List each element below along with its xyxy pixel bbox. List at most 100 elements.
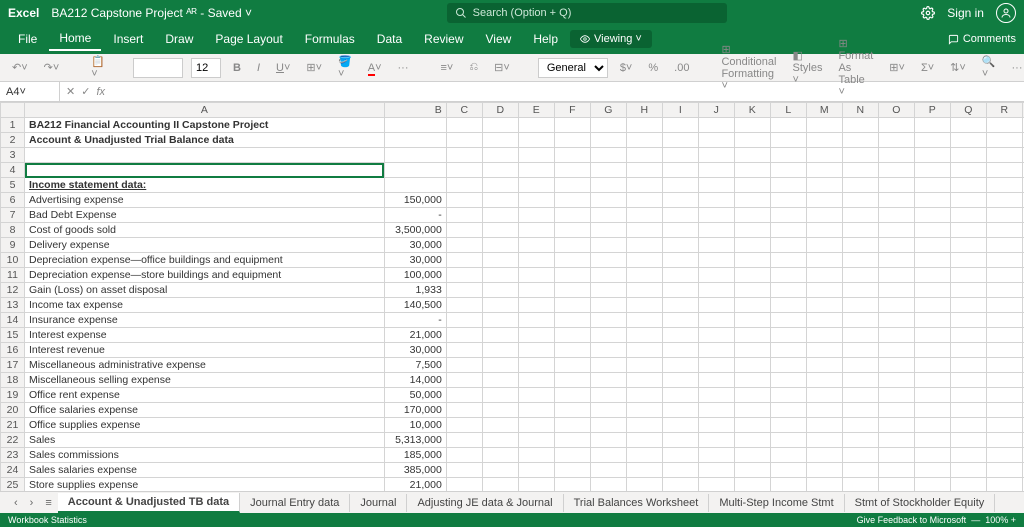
cell[interactable] (878, 343, 914, 358)
font-color-button[interactable]: A˅ (364, 60, 386, 76)
row-header[interactable]: 23 (1, 448, 25, 463)
cell[interactable] (590, 298, 626, 313)
sheet-tab[interactable]: Trial Balances Worksheet (564, 494, 710, 512)
row-header[interactable]: 10 (1, 253, 25, 268)
cell[interactable] (842, 133, 878, 148)
row-header[interactable]: 16 (1, 343, 25, 358)
cell[interactable] (878, 268, 914, 283)
cell[interactable] (950, 373, 986, 388)
cell[interactable]: 185,000 (384, 448, 446, 463)
cell[interactable] (770, 133, 806, 148)
grid-area[interactable]: ABCDEFGHIJKLMNOPQRST1BA212 Financial Acc… (0, 102, 1024, 507)
paste-button[interactable]: 📋˅ (87, 53, 109, 82)
cell[interactable] (554, 268, 590, 283)
cell[interactable] (950, 223, 986, 238)
cell[interactable] (384, 133, 446, 148)
cell[interactable]: Sales commissions (25, 448, 385, 463)
cell[interactable] (698, 118, 734, 133)
cell[interactable] (878, 208, 914, 223)
cell[interactable] (914, 328, 950, 343)
cell[interactable] (878, 133, 914, 148)
cell[interactable] (518, 463, 554, 478)
cell[interactable] (482, 418, 518, 433)
cell[interactable] (662, 403, 698, 418)
cell[interactable] (626, 133, 662, 148)
sheet-tab[interactable]: Journal Entry data (240, 494, 350, 512)
cell[interactable] (446, 313, 482, 328)
cell[interactable] (986, 208, 1022, 223)
cell[interactable] (662, 358, 698, 373)
cell[interactable] (446, 148, 482, 163)
cell[interactable] (446, 328, 482, 343)
row-header[interactable]: 11 (1, 268, 25, 283)
cell[interactable] (878, 223, 914, 238)
cell[interactable]: 100,000 (384, 268, 446, 283)
cell[interactable]: 14,000 (384, 373, 446, 388)
row-header[interactable]: 1 (1, 118, 25, 133)
cell[interactable] (806, 463, 842, 478)
cell[interactable] (950, 178, 986, 193)
cell[interactable] (626, 238, 662, 253)
row-header[interactable]: 14 (1, 313, 25, 328)
cell[interactable] (914, 163, 950, 178)
cell[interactable] (554, 118, 590, 133)
cell[interactable] (734, 298, 770, 313)
cell[interactable] (806, 163, 842, 178)
cell[interactable] (446, 238, 482, 253)
cell[interactable] (842, 433, 878, 448)
cell[interactable] (626, 148, 662, 163)
cell[interactable] (734, 223, 770, 238)
cell[interactable] (878, 298, 914, 313)
cell[interactable] (842, 343, 878, 358)
cell[interactable] (446, 118, 482, 133)
cell[interactable] (698, 133, 734, 148)
cell[interactable] (878, 418, 914, 433)
cell[interactable] (590, 148, 626, 163)
cell[interactable] (986, 193, 1022, 208)
cell[interactable] (914, 418, 950, 433)
cell[interactable] (842, 178, 878, 193)
cell[interactable] (662, 373, 698, 388)
cell[interactable]: Insurance expense (25, 313, 385, 328)
cell[interactable] (590, 463, 626, 478)
decimal-button[interactable]: .00 (670, 60, 693, 76)
cell[interactable] (914, 148, 950, 163)
cell[interactable] (878, 118, 914, 133)
cell[interactable] (770, 148, 806, 163)
cell[interactable] (590, 373, 626, 388)
cancel-icon[interactable]: ✕ (66, 85, 75, 98)
cell[interactable] (518, 328, 554, 343)
cell[interactable] (914, 178, 950, 193)
cell[interactable] (446, 433, 482, 448)
cell[interactable] (518, 343, 554, 358)
cell[interactable] (986, 463, 1022, 478)
font-size-box[interactable] (191, 58, 221, 78)
settings-icon[interactable] (921, 6, 935, 20)
cell[interactable] (446, 418, 482, 433)
cell[interactable] (770, 328, 806, 343)
cell[interactable] (770, 298, 806, 313)
cell[interactable] (590, 193, 626, 208)
cell[interactable] (698, 253, 734, 268)
cell[interactable] (662, 118, 698, 133)
cell[interactable] (986, 163, 1022, 178)
sheet-nav-next[interactable]: › (24, 497, 40, 509)
cell[interactable] (662, 313, 698, 328)
cell[interactable] (518, 178, 554, 193)
cell[interactable] (518, 163, 554, 178)
cell[interactable] (842, 148, 878, 163)
cell[interactable] (986, 388, 1022, 403)
cell[interactable] (446, 448, 482, 463)
cell[interactable] (806, 238, 842, 253)
cell[interactable] (770, 388, 806, 403)
cell[interactable] (878, 193, 914, 208)
cell[interactable] (626, 223, 662, 238)
cell[interactable] (986, 313, 1022, 328)
cell[interactable] (25, 163, 385, 178)
cell[interactable] (950, 208, 986, 223)
sort-button[interactable]: ⇅˅ (946, 59, 970, 76)
cell[interactable] (770, 373, 806, 388)
cell[interactable] (482, 118, 518, 133)
cell[interactable] (734, 238, 770, 253)
cell[interactable] (842, 328, 878, 343)
